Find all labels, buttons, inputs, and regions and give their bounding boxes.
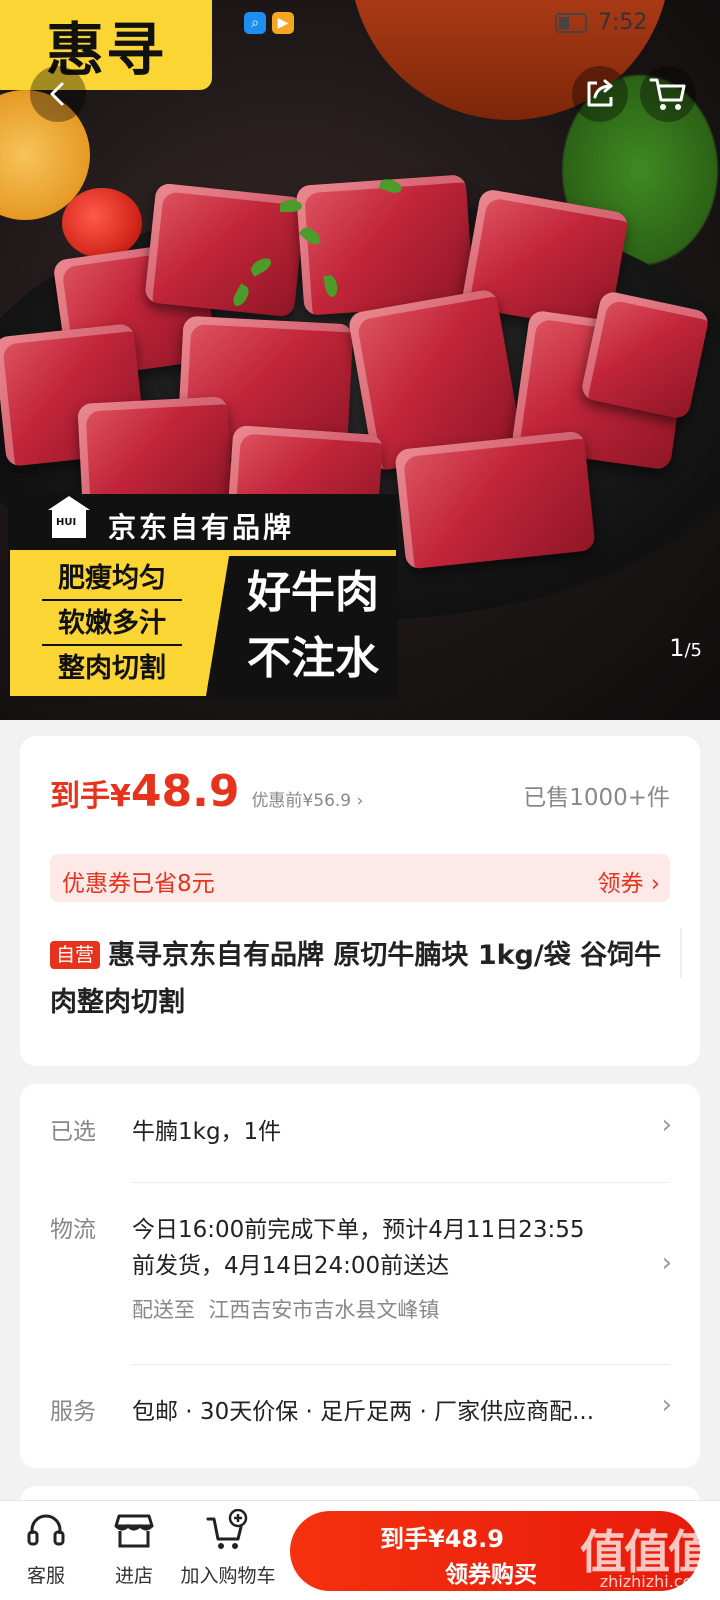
selected-label: 已选 — [50, 1119, 96, 1145]
divider — [132, 1182, 670, 1183]
product-title-text: 惠寻京东自有品牌 原切牛腩块 1kg/袋 谷饲牛肉整肉切割 — [50, 940, 662, 1018]
page-current: 1 — [669, 634, 685, 662]
ship-to-address: 江西吉安市吉水县文峰镇 — [208, 1298, 440, 1322]
store-button[interactable]: 进店 — [106, 1509, 162, 1588]
service-value: 包邮 · 30天价保 · 足斤足两 · 厂家供应商配... — [132, 1399, 594, 1425]
tomato-decoration — [62, 188, 142, 258]
herb-leaf — [280, 200, 302, 212]
add-to-cart-button[interactable]: 加入购物车 — [178, 1509, 278, 1588]
status-time: 7:52 — [598, 10, 648, 35]
beef-cube — [394, 430, 596, 570]
logistics-line: 今日16:00前完成下单，预计4月11日23:55 — [132, 1217, 585, 1243]
brand-title: 京东自有品牌 — [108, 511, 295, 544]
share-button[interactable] — [572, 66, 628, 122]
cart-icon — [649, 78, 686, 110]
get-coupon-button[interactable]: 领券 › — [597, 864, 660, 898]
price-value: 48.9 — [130, 766, 240, 817]
beef-cube — [295, 174, 475, 316]
coupon-saved-text: 优惠券已省8元 — [62, 871, 215, 897]
play-app-icon: ▶ — [272, 12, 294, 34]
feature-item: 软嫩多汁 — [42, 601, 182, 646]
back-button[interactable] — [30, 66, 86, 122]
ship-to-label: 配送至 — [132, 1298, 195, 1322]
add-to-cart-label: 加入购物车 — [180, 1565, 276, 1587]
chevron-right-icon: › — [661, 1248, 672, 1278]
battery-icon — [555, 13, 587, 33]
customer-service-button[interactable]: 客服 — [18, 1509, 74, 1588]
store-label: 进店 — [114, 1565, 153, 1587]
search-app-icon: ⌕ — [244, 12, 266, 34]
divider — [132, 1364, 670, 1365]
slogan-line: 不注水 — [247, 633, 379, 684]
brand-badge-text: HUI — [56, 517, 77, 528]
brand-header: HUI 京东自有品牌 — [10, 496, 396, 550]
customer-service-label: 客服 — [26, 1565, 65, 1587]
price-row: 到手¥ 48.9 优惠前¥56.9 › — [50, 766, 363, 817]
original-price-link[interactable]: 优惠前¥56.9 › — [251, 786, 363, 811]
watermark-url: zhizhizhi.com — [599, 1572, 708, 1591]
brand-promo-banner: HUI 京东自有品牌 肥瘦均匀 软嫩多汁 整肉切割 好牛肉 不注水 — [8, 494, 398, 698]
details-card: 已选 牛腩1kg，1件 › 物流 今日16:00前完成下单，预计4月11日23:… — [20, 1084, 700, 1468]
price-card: 到手¥ 48.9 优惠前¥56.9 › 已售1000+件 优惠券已省8元 领券 … — [20, 736, 700, 1066]
selected-value: 牛腩1kg，1件 — [132, 1119, 282, 1145]
house-icon: HUI — [48, 496, 90, 538]
add-cart-icon — [206, 1509, 250, 1553]
divider — [680, 928, 682, 978]
feature-item: 肥瘦均匀 — [42, 556, 182, 601]
chevron-right-icon: › — [661, 1390, 672, 1420]
product-title: 自营 惠寻京东自有品牌 原切牛腩块 1kg/袋 谷饲牛肉整肉切割 — [50, 932, 670, 1026]
cart-button[interactable] — [640, 66, 696, 122]
slogan-line: 好牛肉 — [247, 567, 379, 618]
share-icon — [587, 79, 613, 107]
logistics-label: 物流 — [50, 1217, 96, 1243]
feature-list: 肥瘦均匀 软嫩多汁 整肉切割 — [42, 556, 182, 691]
page-total: /5 — [684, 640, 702, 661]
price-prefix: 到手¥ — [50, 779, 131, 814]
feature-item: 整肉切割 — [58, 653, 166, 684]
sold-count: 已售1000+件 — [523, 785, 670, 811]
store-icon — [112, 1509, 156, 1553]
app-logo: 惠寻 — [0, 0, 212, 90]
beef-cube — [579, 289, 711, 421]
status-app-icons: ⌕ ▶ — [244, 12, 294, 34]
slogan: 好牛肉 不注水 — [228, 560, 398, 692]
service-label: 服务 — [50, 1399, 96, 1425]
headset-icon — [24, 1509, 68, 1553]
coupon-bar[interactable]: 优惠券已省8元 领券 › — [50, 854, 670, 902]
image-page-indicator: 1/5 — [669, 634, 702, 662]
logistics-line: 前发货，4月14日24:00前送达 — [132, 1253, 450, 1279]
self-operated-badge: 自营 — [50, 941, 101, 969]
chevron-right-icon: › — [661, 1110, 672, 1140]
ship-to: 配送至 江西吉安市吉水县文峰镇 — [132, 1294, 439, 1324]
back-icon — [50, 82, 64, 106]
product-image-carousel[interactable]: ⌕ ▶ 7:52 惠寻 HUI 京东自有品牌 肥瘦均匀 软嫩多汁 整肉切割 好牛… — [0, 0, 720, 720]
